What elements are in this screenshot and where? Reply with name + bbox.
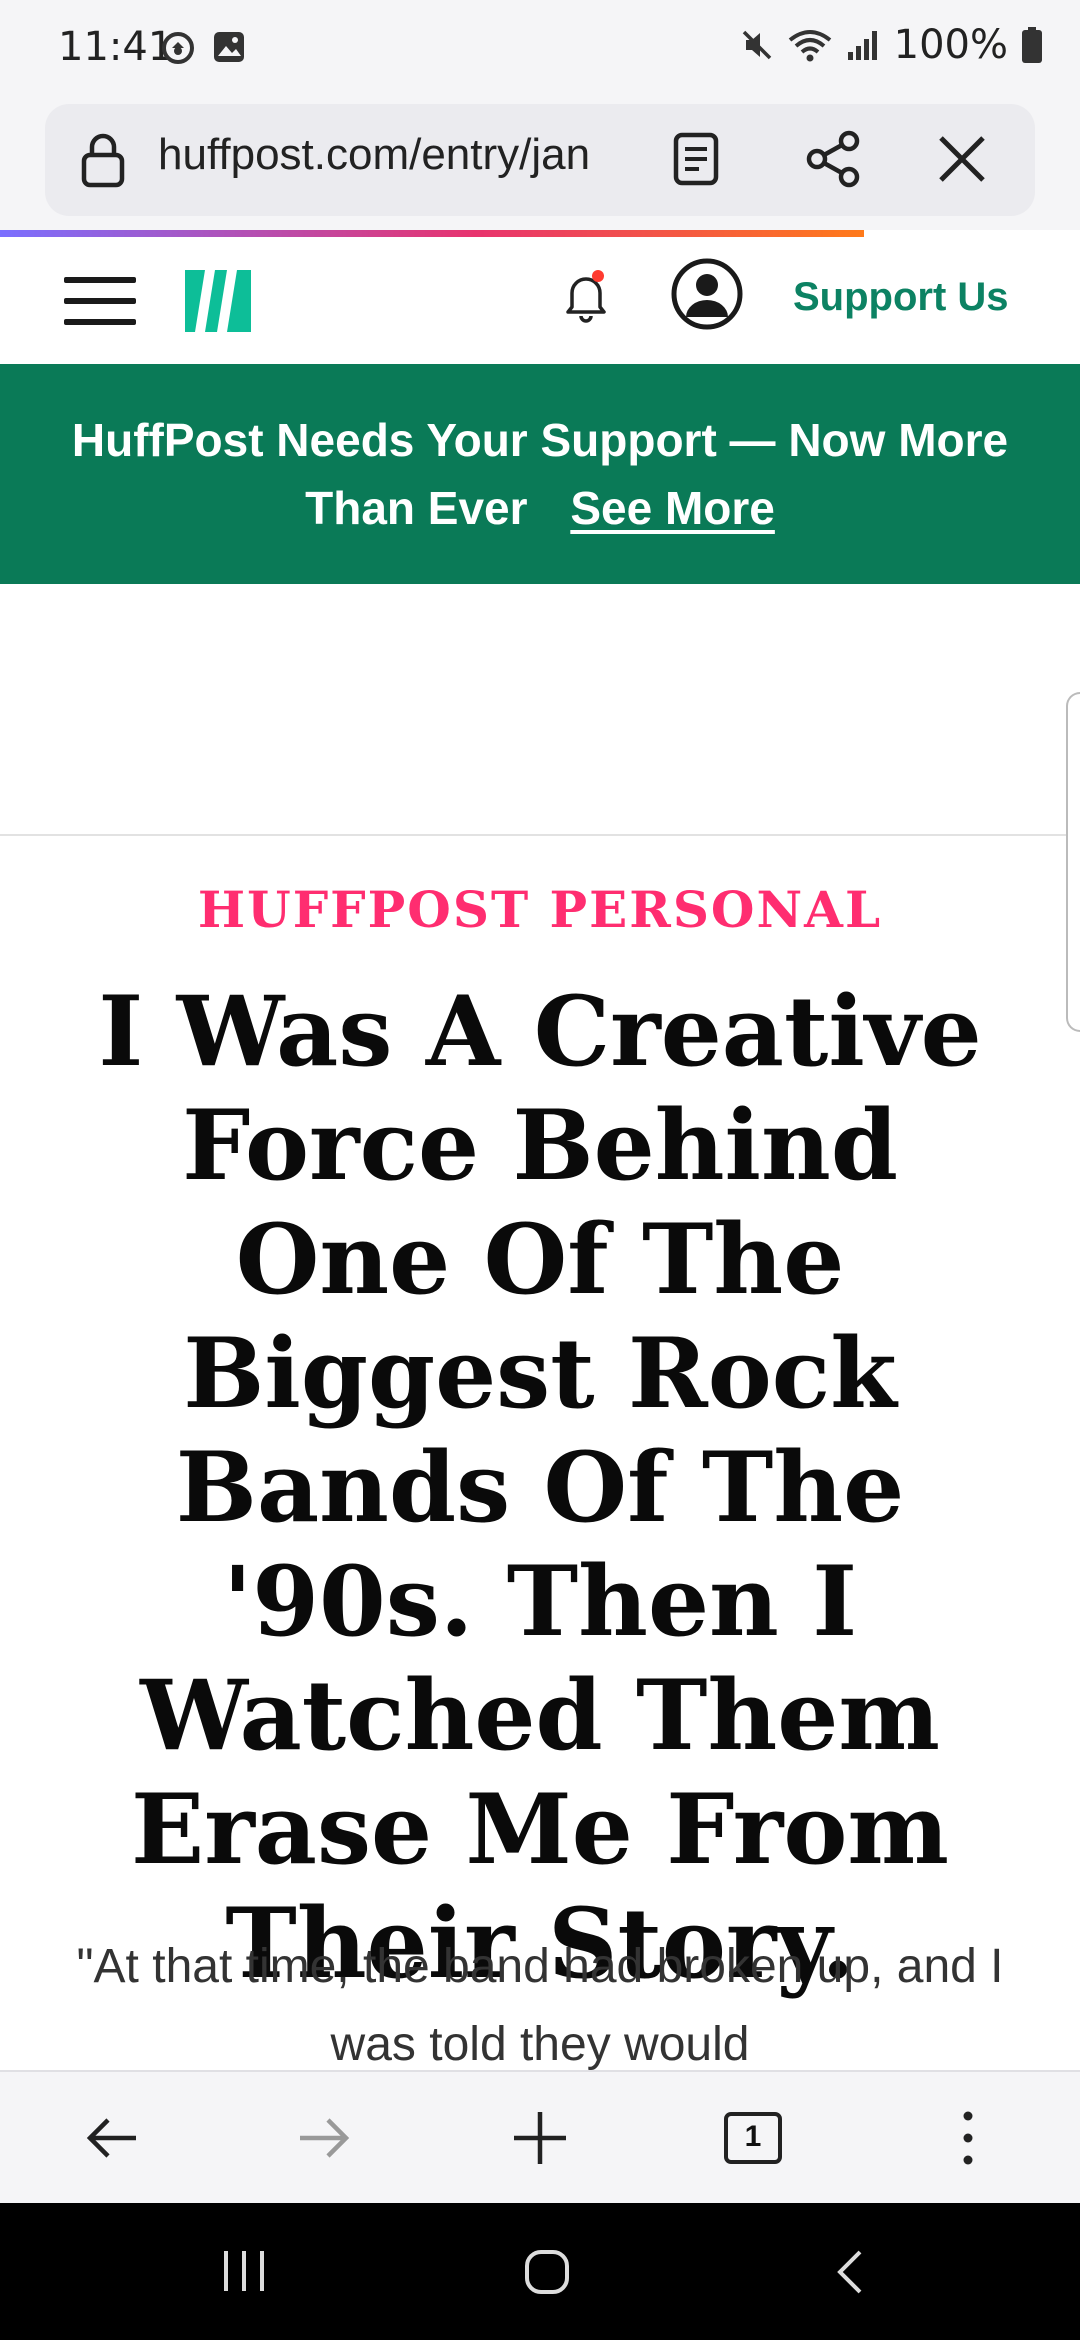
- plus-icon[interactable]: [512, 2108, 568, 2168]
- ad-slot: [0, 584, 1080, 836]
- wifi-icon: [788, 30, 831, 62]
- article-headline: I Was A Creative Force Behind One Of The…: [98, 975, 982, 2000]
- back-icon[interactable]: [834, 2249, 864, 2295]
- status-bar: 11:41 100%: [0, 0, 1080, 100]
- signal-icon: [847, 31, 877, 60]
- menu-icon[interactable]: [64, 277, 136, 325]
- banner-content: HuffPost Needs Your Support — Now More T…: [40, 406, 1040, 542]
- status-system-icons: 100%: [740, 22, 1042, 68]
- more-vert-icon[interactable]: [950, 2108, 986, 2168]
- support-banner: HuffPost Needs Your Support — Now More T…: [0, 364, 1080, 584]
- scroll-handle[interactable]: [1066, 692, 1080, 1032]
- account-icon[interactable]: [670, 257, 744, 331]
- site-header: Support Us: [0, 237, 1080, 364]
- tab-count: 1: [744, 2120, 762, 2153]
- forward-arrow-icon[interactable]: [296, 2108, 352, 2168]
- address-bar[interactable]: huffpost.com/entry/jan: [45, 104, 1035, 216]
- browser-toolbar: 1: [0, 2070, 1080, 2203]
- battery-percent: 100%: [893, 22, 1008, 68]
- article-dek: "At that time, the band had broken up, a…: [76, 1940, 1004, 2071]
- close-icon[interactable]: [935, 132, 989, 186]
- recents-icon[interactable]: [220, 2249, 268, 2293]
- banner-text: HuffPost Needs Your Support — Now More T…: [71, 414, 1009, 534]
- bell-icon[interactable]: [562, 267, 612, 323]
- image-icon: [214, 32, 244, 62]
- browser-url-area: huffpost.com/entry/jan: [0, 100, 1080, 230]
- page-load-progress: [0, 230, 864, 237]
- see-more-link[interactable]: See More: [570, 482, 775, 534]
- reader-mode-icon[interactable]: [673, 132, 719, 186]
- sync-icon: [162, 32, 194, 64]
- system-nav-bar: [0, 2203, 1080, 2340]
- tabs-button[interactable]: 1: [724, 2112, 782, 2164]
- support-us-link[interactable]: Support Us: [793, 275, 1009, 320]
- mute-icon: [742, 30, 771, 60]
- huffpost-logo[interactable]: [185, 270, 251, 332]
- url-text[interactable]: huffpost.com/entry/jan: [158, 130, 678, 180]
- share-icon[interactable]: [805, 130, 861, 188]
- battery-icon: [1022, 27, 1042, 63]
- lock-icon[interactable]: [81, 132, 125, 188]
- article-kicker[interactable]: HUFFPOST PERSONAL: [0, 880, 1080, 939]
- status-notification-icons: [160, 30, 246, 66]
- status-time: 11:41: [58, 24, 174, 70]
- back-arrow-icon[interactable]: [84, 2108, 140, 2168]
- home-icon[interactable]: [524, 2249, 570, 2295]
